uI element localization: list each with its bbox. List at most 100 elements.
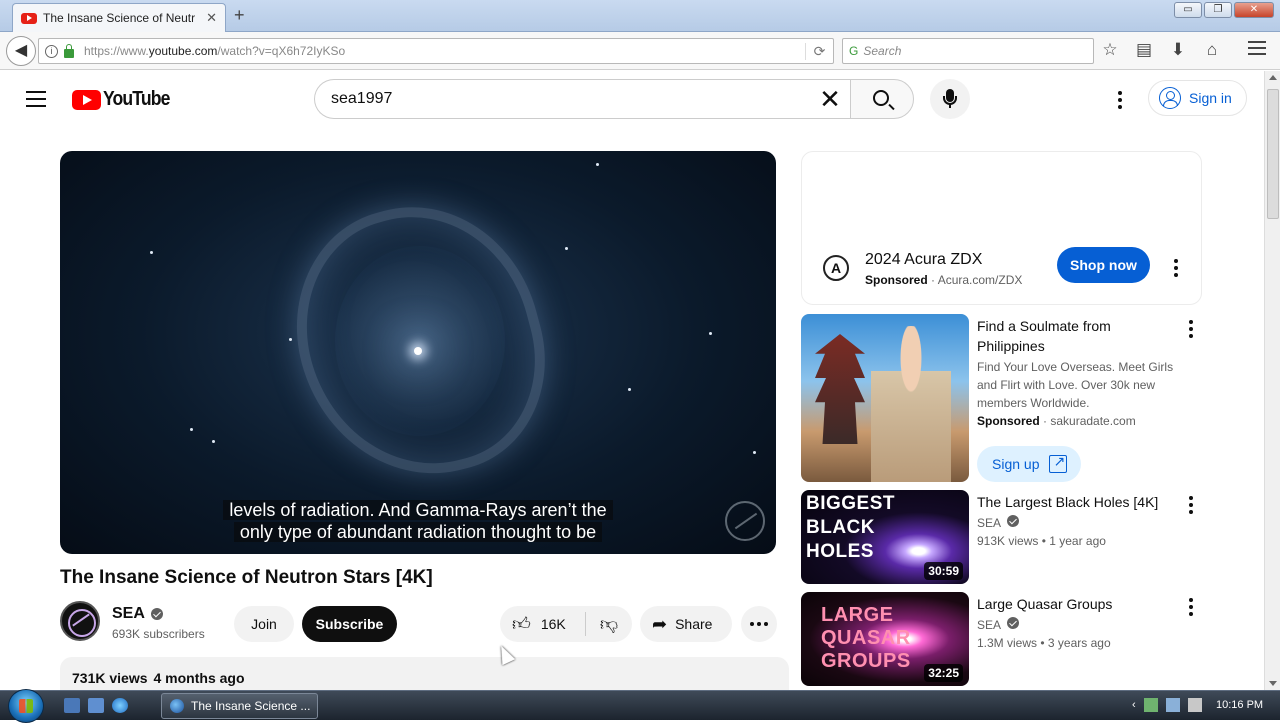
upload-age: 4 months ago [153, 670, 245, 686]
ad2-title[interactable]: Find a Soulmate from Philippines [977, 316, 1167, 356]
show-desktop-icon[interactable] [64, 698, 80, 713]
video-meta: 1.3M views • 3 years ago [977, 636, 1111, 650]
shop-now-button[interactable]: Shop now [1057, 247, 1150, 283]
verified-icon [1007, 515, 1020, 527]
video-player[interactable]: levels of radiation. And Gamma-Rays aren… [60, 151, 776, 554]
youtube-logo[interactable]: YouTube [72, 88, 179, 111]
info-icon[interactable]: i [45, 44, 58, 58]
clear-search-icon[interactable]: ✕ [810, 84, 850, 115]
video-thumbnail[interactable]: LARGE QUASAR GROUPS 32:25 [801, 592, 969, 686]
start-button[interactable] [8, 689, 44, 723]
taskbar-clock[interactable]: 10:16 PM [1216, 699, 1263, 711]
settings-more-icon[interactable] [1118, 91, 1122, 112]
bookmark-star-icon[interactable]: ☆ [1100, 40, 1120, 60]
scroll-down-icon[interactable] [1269, 681, 1277, 686]
browser-search-input[interactable]: G Search [842, 38, 1094, 64]
youtube-play-icon [72, 89, 101, 110]
maximize-button[interactable]: ❐ [1204, 2, 1232, 18]
search-input[interactable]: sea1997 ✕ [314, 79, 850, 119]
page-scrollbar[interactable] [1264, 71, 1280, 690]
join-button[interactable]: Join [234, 606, 294, 642]
thumbs-down-icon: 👎︎ [599, 614, 619, 634]
share-button[interactable]: ➦ Share [640, 606, 732, 642]
sponsored-list-item[interactable]: Find a Soulmate from Philippines Find Yo… [801, 314, 1202, 482]
ad2-meta: Sponsored · sakuradate.com [977, 414, 1136, 428]
search-icon [873, 90, 889, 106]
person-figure [871, 326, 951, 482]
subscriber-count: 693K subscribers [112, 627, 205, 641]
tab-close-icon[interactable]: ✕ [206, 10, 217, 26]
tray-app-icon[interactable] [1143, 698, 1158, 712]
reload-icon[interactable]: ⟳ [805, 42, 833, 60]
close-window-button[interactable]: ✕ [1234, 2, 1274, 18]
lock-icon [64, 43, 74, 58]
acura-logo-icon: A [823, 255, 849, 281]
window-controls: ▭ ❐ ✕ [1174, 2, 1274, 18]
taskbar-browser-button[interactable]: The Insane Science ... [161, 693, 318, 719]
thumbs-up-icon: 👍︎ [512, 614, 531, 634]
browser-tabstrip: The Insane Science of Neutr ✕ + ▭ ❐ ✕ [0, 0, 1280, 32]
address-bar[interactable]: i https://www.youtube.com/watch?v=qX6h72… [38, 38, 834, 64]
ad-more-icon[interactable] [1174, 259, 1178, 280]
quick-launch [64, 698, 128, 713]
duration-badge: 32:25 [924, 664, 963, 682]
like-button[interactable]: 👍︎ 16K [500, 612, 586, 636]
list-item[interactable]: LARGE QUASAR GROUPS 32:25 Large Quasar G… [801, 592, 1202, 686]
scrollbar-thumb[interactable] [1267, 89, 1279, 219]
channel-watermark-icon[interactable] [725, 501, 765, 541]
url-text[interactable]: https://www.youtube.com/watch?v=qX6h72Iy… [84, 44, 805, 58]
external-link-icon [1049, 453, 1068, 473]
video-meta: 913K views • 1 year ago [977, 534, 1106, 548]
video-thumbnail[interactable]: BIGGEST BLACK HOLES 30:59 [801, 490, 969, 584]
channel-avatar[interactable] [60, 601, 100, 641]
network-icon[interactable] [1165, 698, 1180, 712]
list-item[interactable]: BIGGEST BLACK HOLES 30:59 The Largest Bl… [801, 490, 1202, 584]
thumbnail-text: LARGE QUASAR GROUPS [821, 604, 911, 672]
switch-windows-icon[interactable] [88, 698, 104, 713]
search-engine-icon: G [849, 44, 859, 58]
browser-toolbar: ☆ ▤ ⬇ ⌂ [1100, 40, 1222, 60]
sign-in-button[interactable]: Sign in [1148, 80, 1247, 116]
browser-menu-icon[interactable] [1248, 41, 1266, 59]
reading-list-icon[interactable]: ▤ [1134, 40, 1154, 60]
download-icon[interactable]: ⬇ [1168, 40, 1188, 60]
pagoda-shape [815, 334, 865, 444]
verified-icon [150, 608, 163, 620]
volume-muted-icon[interactable] [1187, 698, 1202, 712]
browser-app-icon [170, 699, 184, 713]
scroll-up-icon[interactable] [1269, 75, 1277, 80]
tray-expand-icon[interactable]: ‹ [1132, 699, 1136, 711]
ad2-more-icon[interactable] [1189, 320, 1193, 341]
neutron-star [414, 347, 422, 355]
dislike-button[interactable]: 👎︎ [586, 613, 632, 635]
account-icon [1159, 87, 1181, 109]
internet-explorer-icon[interactable] [112, 698, 128, 713]
sign-up-button[interactable]: Sign up [977, 446, 1081, 482]
search-button[interactable] [850, 79, 914, 119]
channel-name[interactable]: SEA [977, 616, 1177, 634]
video-title: The Insane Science of Neutron Stars [4K] [60, 567, 433, 588]
browser-tab-active[interactable]: The Insane Science of Neutr ✕ [12, 3, 226, 32]
tab-title: The Insane Science of Neutr [43, 11, 196, 25]
video-title[interactable]: The Largest Black Holes [4K] [977, 492, 1167, 512]
like-dislike-group: 👍︎ 16K 👎︎ [500, 606, 632, 642]
subscribe-button[interactable]: Subscribe [302, 606, 397, 642]
description-box[interactable]: 731K views 4 months ago [60, 657, 789, 690]
voice-search-button[interactable] [930, 79, 970, 119]
channel-name[interactable]: SEA [977, 514, 1177, 532]
minimize-button[interactable]: ▭ [1174, 2, 1202, 18]
new-tab-button[interactable]: + [234, 5, 245, 26]
channel-name[interactable]: SEA [112, 605, 163, 623]
guide-menu-icon[interactable] [26, 91, 46, 112]
youtube-favicon-icon [21, 12, 37, 24]
back-button[interactable]: ◀ [6, 36, 36, 66]
masthead: YouTube sea1997 ✕ Sign in [0, 71, 1264, 127]
ad-thumbnail[interactable] [801, 314, 969, 482]
video-more-icon[interactable] [1189, 598, 1193, 619]
ad-title[interactable]: 2024 Acura ZDX [865, 251, 982, 269]
video-title[interactable]: Large Quasar Groups [977, 594, 1167, 614]
more-actions-button[interactable] [741, 606, 777, 642]
video-captions: levels of radiation. And Gamma-Rays aren… [60, 499, 776, 543]
home-icon[interactable]: ⌂ [1202, 40, 1222, 60]
video-more-icon[interactable] [1189, 496, 1193, 517]
